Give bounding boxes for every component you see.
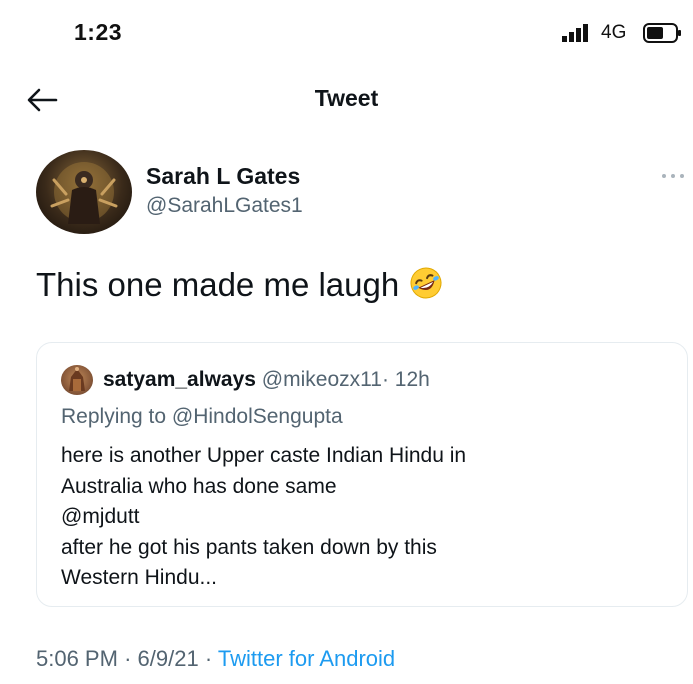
- tweet-text-content: This one made me laugh: [36, 266, 400, 303]
- quoted-time: 12h: [394, 368, 430, 391]
- tweet-time: 5:06 PM: [36, 646, 118, 671]
- tweet-screen: 1:23 4G Tweet Sarah L Gates @SarahLGates…: [0, 0, 693, 684]
- tweet-date: 6/9/21: [137, 646, 199, 671]
- status-bar: 1:23 4G: [0, 0, 693, 62]
- author-name[interactable]: Sarah L Gates: [146, 163, 300, 190]
- quoted-avatar: [61, 365, 93, 395]
- quoted-line: here is another Upper caste Indian Hindu…: [61, 444, 467, 467]
- tweet-meta: 5:06 PM · 6/9/21 · Twitter for Android: [36, 646, 395, 672]
- quoted-line: Australia who has done same: [61, 474, 337, 498]
- avatar-image: [50, 162, 118, 224]
- quoted-body: here is another Upper caste Indian Hindu…: [61, 441, 671, 594]
- author-handle[interactable]: @SarahLGates1: [146, 194, 303, 218]
- quoted-line: @mjdutt: [61, 505, 140, 528]
- quoted-name: satyam_always: [103, 368, 256, 391]
- signal-icon: [562, 24, 588, 42]
- quoted-avatar-image: [69, 367, 85, 391]
- quoted-tweet-card[interactable]: satyam_always @mikeozx11· 12h Replying t…: [36, 342, 688, 607]
- meta-separator: ·: [124, 646, 132, 671]
- more-options-icon[interactable]: [658, 168, 688, 184]
- quoted-line: after he got his pants taken down by thi…: [61, 535, 437, 559]
- header: Tweet: [0, 70, 693, 130]
- avatar[interactable]: [36, 150, 132, 234]
- quoted-separator: ·: [381, 368, 389, 391]
- meta-separator: ·: [204, 646, 213, 671]
- tweet-text: This one made me laugh: [36, 266, 443, 304]
- quoted-line: Western Hindu...: [61, 566, 218, 589]
- battery-icon: [643, 23, 681, 43]
- quoted-header: satyam_always @mikeozx11· 12h: [103, 368, 430, 392]
- quoted-handle: @mikeozx11: [261, 368, 382, 391]
- rolling-on-floor-laughing-emoji-icon: [410, 267, 442, 299]
- quoted-replying-to: Replying to @HindolSengupta: [61, 405, 343, 428]
- page-title: Tweet: [314, 85, 379, 111]
- tweet-source-link[interactable]: Twitter for Android: [218, 646, 395, 671]
- status-time: 1:23: [74, 19, 123, 45]
- network-label: 4G: [601, 22, 627, 43]
